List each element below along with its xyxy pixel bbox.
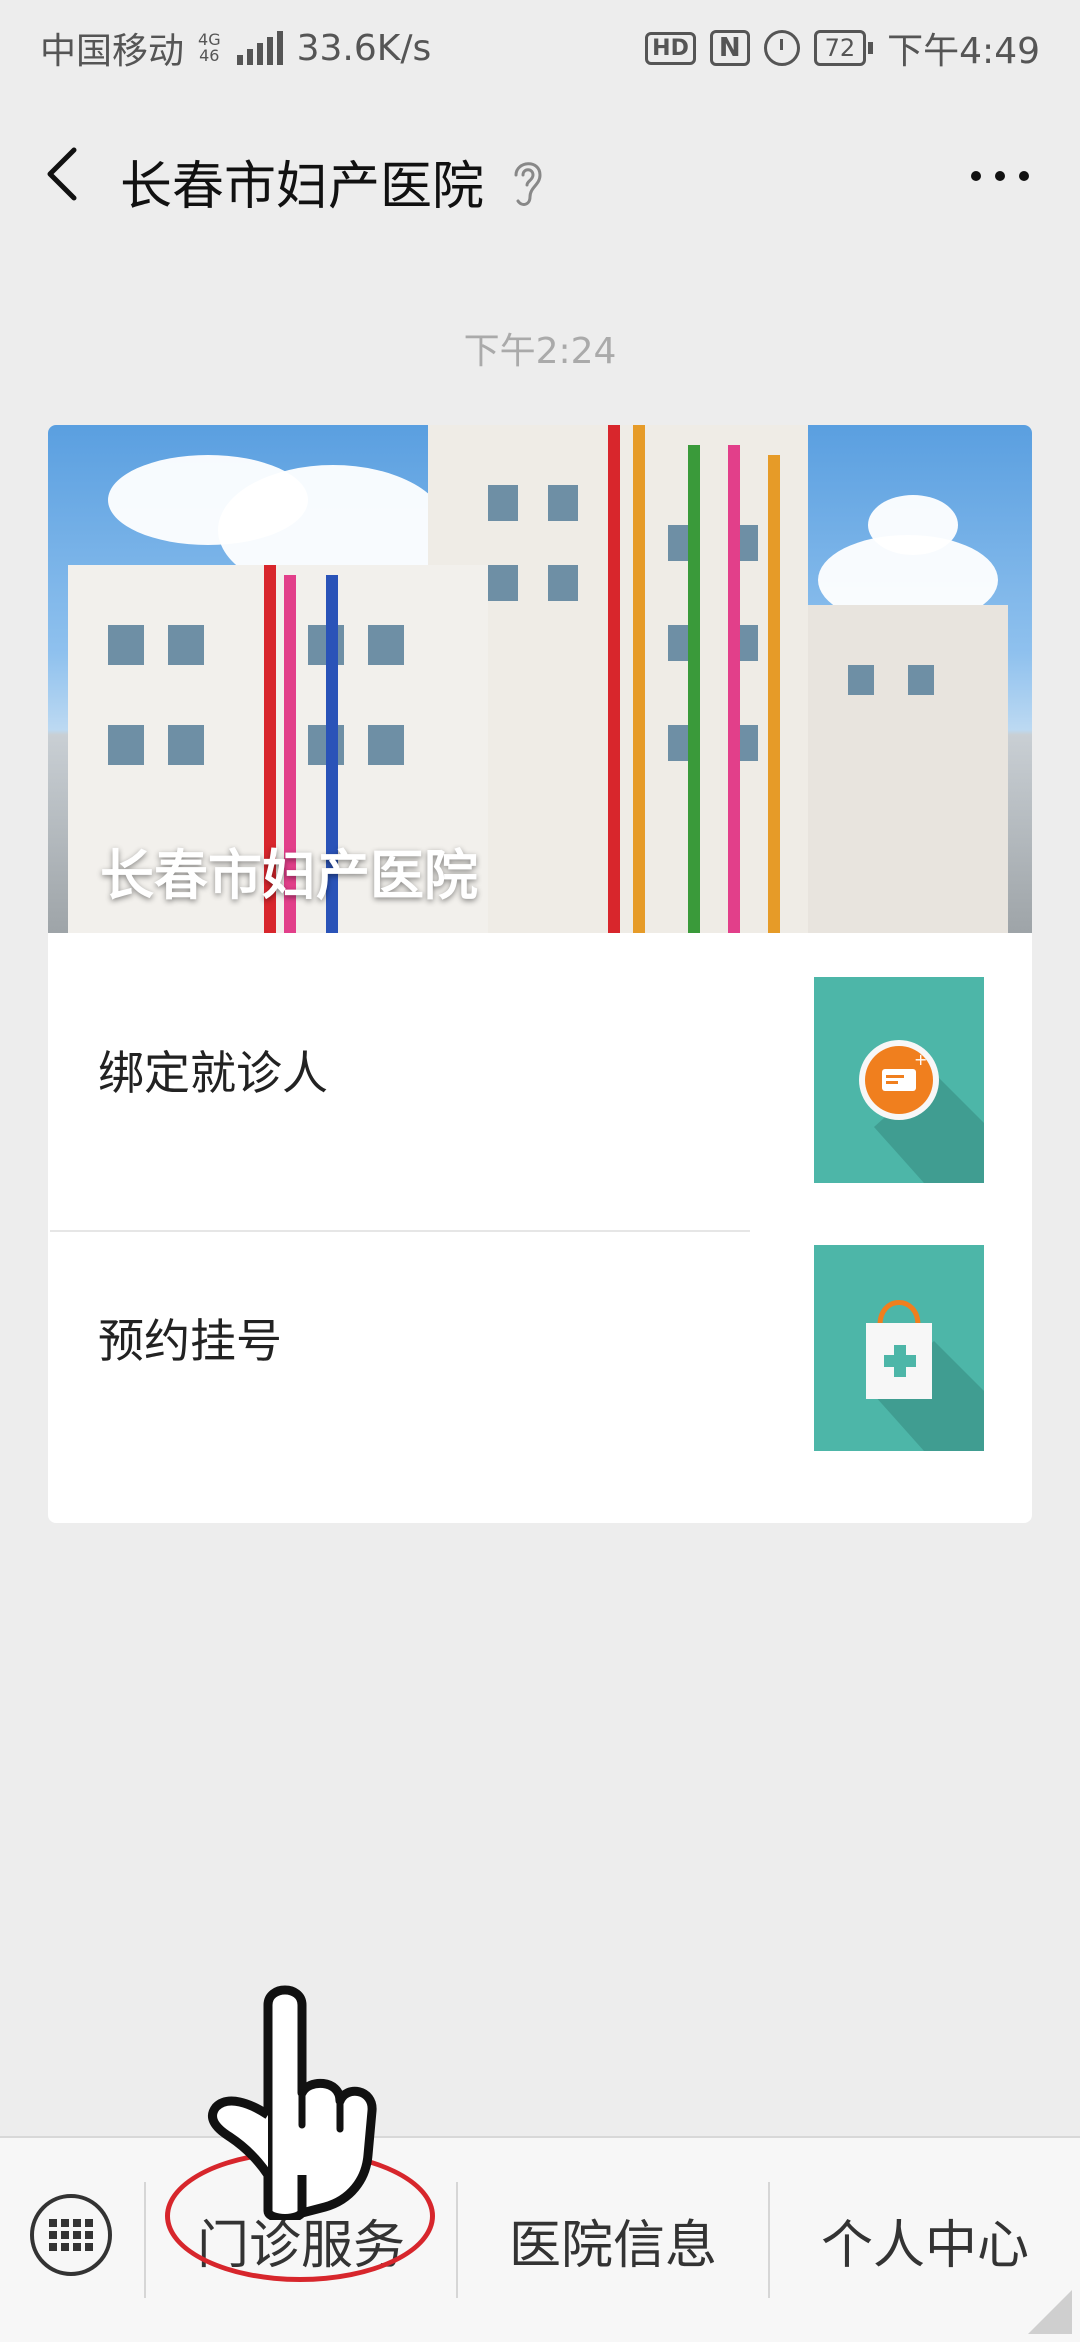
network-type: 4G 46 (198, 32, 221, 64)
menu-item-label: 预约挂号 (98, 1314, 282, 1368)
resize-corner (1028, 2290, 1072, 2334)
menu-item-appointment[interactable]: 预约挂号 (48, 1201, 1032, 1467)
menu-item-bind-patient[interactable]: 绑定就诊人 + (48, 933, 1032, 1199)
article-card[interactable]: 长春市妇产医院 绑定就诊人 + 预约挂号 (48, 425, 1032, 1523)
nfc-icon: N (709, 30, 750, 66)
keyboard-toggle-icon[interactable] (30, 2194, 112, 2276)
status-bar: 中国移动 4G 46 33.6K/s HD N 72 下午4:49 (0, 0, 1080, 96)
more-options-icon[interactable] (960, 156, 1040, 196)
banner-title: 长春市妇产医院 (100, 844, 478, 907)
menu-hospital-info[interactable]: 医院信息 (458, 2138, 768, 2342)
status-right: HD N 72 下午4:49 (645, 22, 1040, 74)
chat-title: 长春市妇产医院 (120, 144, 548, 219)
title-bar: 长春市妇产医院 (0, 96, 1080, 256)
bottom-menu-bar: 门诊服务 医院信息 个人中心 (0, 2136, 1080, 2342)
page-title: 长春市妇产医院 (120, 157, 485, 217)
alarm-icon (763, 30, 800, 66)
network-speed: 33.6K/s (296, 27, 432, 69)
network-type-bottom: 46 (199, 46, 220, 65)
svg-text:+: + (914, 1050, 927, 1069)
battery-level: 72 (813, 30, 867, 66)
signal-icon (236, 31, 283, 65)
pointing-hand-icon (208, 1985, 377, 2220)
message-timestamp: 下午2:24 (463, 331, 617, 372)
hospital-banner-image[interactable]: 长春市妇产医院 (48, 425, 1032, 933)
carrier-name: 中国移动 (40, 31, 185, 72)
hd-icon: HD (645, 31, 696, 65)
back-arrow-icon[interactable] (36, 144, 96, 204)
medical-bag-icon (814, 1245, 984, 1451)
status-time: 下午4:49 (887, 31, 1040, 72)
menu-divider (50, 1230, 750, 1232)
id-card-icon: + (814, 977, 984, 1183)
ear-icon[interactable] (508, 153, 548, 211)
status-left: 中国移动 4G 46 33.6K/s (40, 22, 431, 74)
battery-icon: 72 (813, 30, 874, 66)
menu-item-label: 绑定就诊人 (98, 1046, 328, 1100)
